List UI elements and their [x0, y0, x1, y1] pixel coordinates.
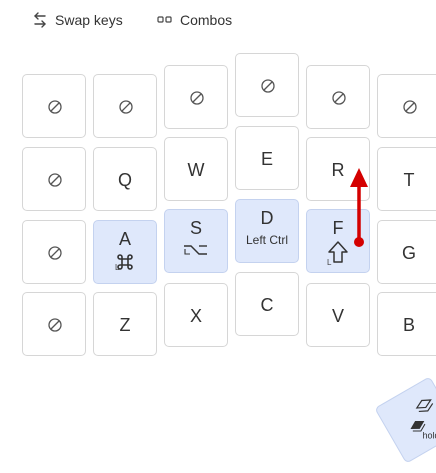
- no-key-icon: [261, 79, 275, 93]
- key-label: W: [187, 160, 205, 180]
- key-g[interactable]: G: [377, 220, 436, 284]
- key-empty[interactable]: [22, 147, 86, 211]
- no-key-icon: [48, 318, 62, 332]
- command-icon: [94, 251, 156, 273]
- layer-icon: [412, 394, 436, 422]
- no-key-icon: [48, 100, 62, 114]
- no-key-icon: [48, 246, 62, 260]
- key-empty[interactable]: [235, 53, 299, 117]
- key-f[interactable]: F L: [306, 209, 370, 273]
- toolbar: Swap keys Combos: [0, 0, 436, 40]
- option-icon: [165, 240, 227, 262]
- swap-keys-button[interactable]: Swap keys: [32, 8, 123, 32]
- key-label: R: [331, 160, 345, 180]
- key-label: A: [118, 229, 131, 249]
- key-e[interactable]: E: [235, 126, 299, 190]
- combos-button[interactable]: Combos: [157, 8, 232, 32]
- key-q[interactable]: Q: [93, 147, 157, 211]
- key-empty[interactable]: [22, 292, 86, 356]
- key-a[interactable]: A L: [93, 220, 157, 284]
- key-label: C: [260, 295, 274, 315]
- key-label: Z: [119, 315, 131, 335]
- no-key-icon: [119, 100, 133, 114]
- key-empty[interactable]: [306, 65, 370, 129]
- hold-label: hold: [422, 430, 436, 441]
- key-empty[interactable]: [93, 74, 157, 138]
- shift-icon: [307, 240, 369, 263]
- key-empty[interactable]: [164, 65, 228, 129]
- swap-keys-label: Swap keys: [55, 12, 123, 28]
- key-c[interactable]: C: [235, 272, 299, 336]
- key-t[interactable]: T: [377, 147, 436, 211]
- key-label: V: [331, 306, 344, 326]
- key-label: S: [189, 218, 202, 238]
- swap-arrows-icon: [32, 11, 48, 29]
- key-r[interactable]: R: [306, 137, 370, 201]
- no-key-icon: [48, 173, 62, 187]
- combo-squares-icon: [157, 15, 173, 25]
- key-label: T: [403, 170, 415, 190]
- key-label: G: [401, 243, 416, 263]
- key-label: D: [260, 208, 274, 228]
- key-empty[interactable]: [22, 220, 86, 284]
- thumb-key[interactable]: hold: [374, 376, 436, 464]
- no-key-icon: [190, 91, 204, 105]
- hold-action-label: Left Ctrl: [245, 233, 288, 247]
- key-d[interactable]: D Left Ctrl: [235, 199, 299, 263]
- key-w[interactable]: W: [164, 137, 228, 201]
- key-empty[interactable]: [377, 74, 436, 138]
- key-v[interactable]: V: [306, 283, 370, 347]
- no-key-icon: [403, 100, 417, 114]
- key-z[interactable]: Z: [93, 292, 157, 356]
- key-label: Q: [117, 170, 132, 190]
- key-s[interactable]: S: [164, 209, 228, 273]
- combos-label: Combos: [180, 12, 233, 28]
- key-empty[interactable]: [22, 74, 86, 138]
- key-label: B: [402, 315, 415, 335]
- no-key-icon: [332, 91, 346, 105]
- key-label: X: [189, 306, 202, 326]
- key-b[interactable]: B: [377, 292, 436, 356]
- key-x[interactable]: X: [164, 283, 228, 347]
- key-label: F: [332, 218, 344, 238]
- key-label: E: [260, 149, 273, 169]
